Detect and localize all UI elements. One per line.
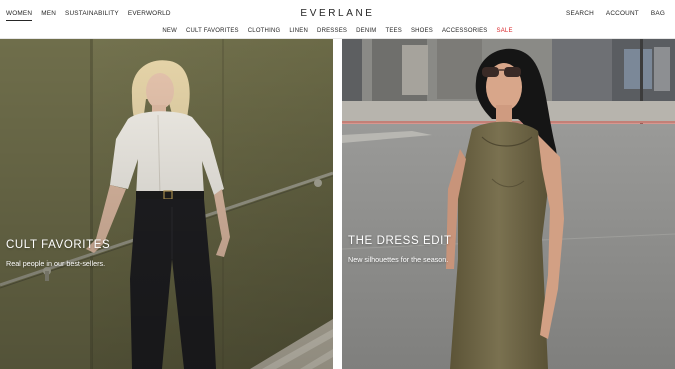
category-sale[interactable]: SALE: [497, 26, 513, 38]
search-link[interactable]: SEARCH: [566, 10, 594, 17]
utility-nav: SEARCH ACCOUNT BAG: [566, 10, 665, 17]
category-nav: NEW CULT FAVORITES CLOTHING LINEN DRESSE…: [0, 26, 675, 39]
top-header: WOMEN MEN SUSTAINABILITY EVERWORLD EVERL…: [0, 0, 675, 26]
category-tees[interactable]: TEES: [385, 26, 401, 38]
promo-title[interactable]: THE DRESS EDIT: [348, 235, 452, 247]
promo-subtitle: New silhouettes for the season.: [348, 255, 449, 264]
promo-dress-edit[interactable]: THE DRESS EDIT New silhouettes for the s…: [342, 39, 675, 369]
category-linen[interactable]: LINEN: [289, 26, 308, 38]
category-denim[interactable]: DENIM: [356, 26, 376, 38]
promo-subtitle: Real people in our best-sellers.: [6, 259, 106, 268]
category-new[interactable]: NEW: [162, 26, 177, 38]
category-accessories[interactable]: ACCESSORIES: [442, 26, 488, 38]
category-dresses[interactable]: DRESSES: [317, 26, 347, 38]
account-link[interactable]: ACCOUNT: [606, 10, 639, 17]
category-cult-favorites[interactable]: CULT FAVORITES: [186, 26, 239, 38]
promo-cult-favorites[interactable]: CULT FAVORITES Real people in our best-s…: [0, 39, 333, 369]
category-shoes[interactable]: SHOES: [411, 26, 433, 38]
promo-caption-dress-edit: THE DRESS EDIT New silhouettes for the s…: [348, 235, 452, 264]
promo-image-dress-edit: [342, 39, 675, 369]
promo-title[interactable]: CULT FAVORITES: [6, 239, 110, 251]
promo-image-cult-favorites: [0, 39, 333, 369]
category-clothing[interactable]: CLOTHING: [248, 26, 281, 38]
promo-caption-cult-favorites: CULT FAVORITES Real people in our best-s…: [6, 239, 110, 268]
bag-link[interactable]: BAG: [651, 10, 665, 17]
